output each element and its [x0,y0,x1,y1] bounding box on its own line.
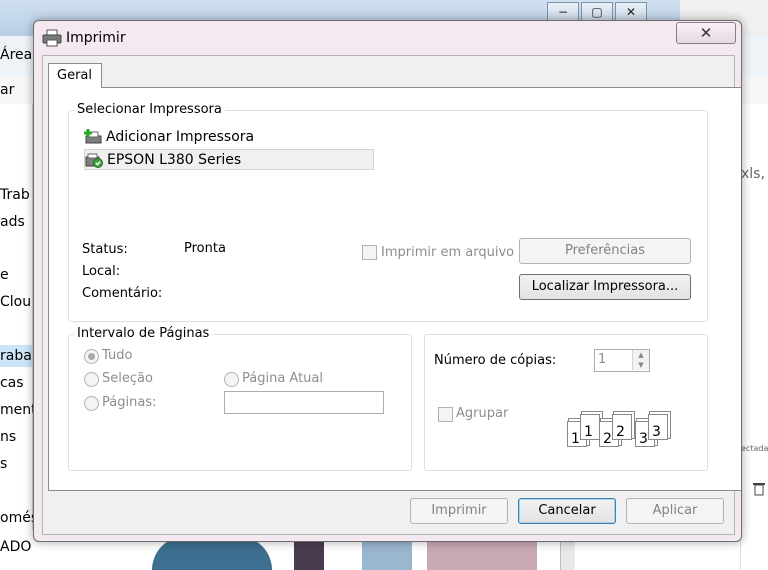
printer-icon [42,29,62,47]
copies-label: Número de cópias: [434,353,557,368]
cancel-button[interactable]: Cancelar [518,498,616,524]
printer-list-item-add[interactable]: Adicionar Impressora [84,129,254,145]
all-pages-radio[interactable] [84,349,99,364]
print-to-file-label: Imprimir em arquivo [381,245,515,260]
background-navigation-pane: Área ar Trab ads e Clou rabal cas mento … [0,47,108,570]
collate-checkbox[interactable] [438,407,453,422]
status-label: Status: [82,242,128,257]
current-page-radio[interactable] [224,372,239,387]
selection-label: Seleção [102,371,153,386]
location-label: Local: [82,264,121,279]
apply-button[interactable]: Aplicar [626,498,724,524]
nav-item[interactable]: rabal [0,345,36,367]
page-range-group: Intervalo de Páginas Tudo Seleção Página… [68,326,412,471]
tab-label: Geral [57,68,92,83]
group-label: Intervalo de Páginas [74,326,213,341]
printer-name: EPSON L380 Series [107,151,242,168]
tab-page-general: Selecionar Impressora Adicionar Impresso… [48,87,741,491]
printer-default-icon [85,152,103,168]
background-details-pane: xls, ectada [740,104,768,570]
collate-page: 3 [648,414,668,440]
comment-label: Comentário: [82,286,163,301]
preferences-button[interactable]: Preferências [519,238,691,264]
copies-group: Número de cópias: 1 ▲ ▼ Agrupar 1 1 2 2 … [424,334,708,471]
select-printer-group: Selecionar Impressora Adicionar Impresso… [68,102,708,322]
collate-page: 1 [580,414,600,440]
group-label: Selecionar Impressora [74,102,225,117]
printer-name: Adicionar Impressora [106,129,255,145]
copies-stepper[interactable]: 1 ▲ ▼ [594,349,650,372]
current-page-label: Página Atual [242,371,324,386]
dialog-title: Imprimir [66,30,126,46]
print-to-file-checkbox[interactable] [362,245,377,260]
close-button[interactable]: ✕ [676,22,736,44]
chevron-up-icon[interactable]: ▲ [632,350,649,360]
add-printer-icon [84,129,102,145]
pages-input[interactable] [224,391,384,414]
collate-page: 2 [612,414,632,440]
chevron-down-icon[interactable]: ▼ [632,360,649,370]
selection-radio[interactable] [84,372,99,387]
trash-icon[interactable] [753,482,765,496]
copies-value: 1 [598,352,607,367]
details-fragment: ectada [741,444,768,453]
collate-label: Agrupar [456,406,509,421]
find-printer-button[interactable]: Localizar Impressora... [519,274,691,300]
all-pages-label: Tudo [102,348,133,363]
tab-geral[interactable]: Geral [48,63,102,88]
details-fragment: xls, [741,166,765,182]
printer-list-item-epson[interactable]: EPSON L380 Series [84,149,374,170]
print-button[interactable]: Imprimir [410,498,508,524]
status-value: Pronta [184,241,226,256]
pages-radio[interactable] [84,396,99,411]
pages-label: Páginas: [102,395,157,410]
